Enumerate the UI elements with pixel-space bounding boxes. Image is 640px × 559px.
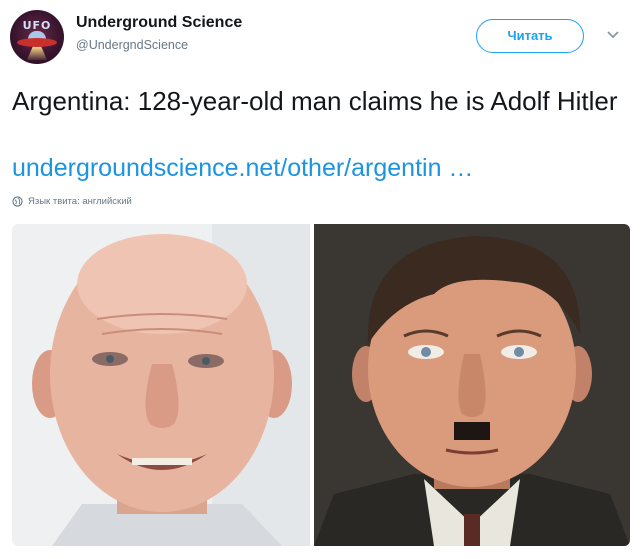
language-text: Язык твита: английский (28, 195, 132, 207)
tweet-header: UFO Underground Science @UndergndScience… (0, 0, 640, 76)
account-avatar[interactable]: UFO (10, 10, 64, 64)
tweet-language-note: Язык твита: английский (12, 194, 132, 208)
ufo-saucer-icon (17, 38, 57, 47)
chevron-down-icon[interactable] (606, 30, 620, 40)
globe-icon (12, 195, 23, 207)
photo-historical-portrait[interactable] (314, 224, 630, 546)
tweet-media (12, 224, 630, 546)
historical-portrait-image (314, 224, 630, 546)
elderly-man-portrait-image (12, 224, 310, 546)
ufo-beam-icon (27, 46, 47, 60)
follow-button[interactable]: Читать (476, 19, 584, 53)
avatar-logo-text: UFO (22, 19, 52, 32)
account-handle[interactable]: @UndergndScience (76, 38, 188, 52)
tweet-link[interactable]: undergroundscience.net/other/argentin … (12, 152, 632, 184)
tweet-text: Argentina: 128-year-old man claims he is… (12, 86, 618, 116)
photo-elderly-man[interactable] (12, 224, 310, 546)
account-name[interactable]: Underground Science (76, 14, 242, 32)
